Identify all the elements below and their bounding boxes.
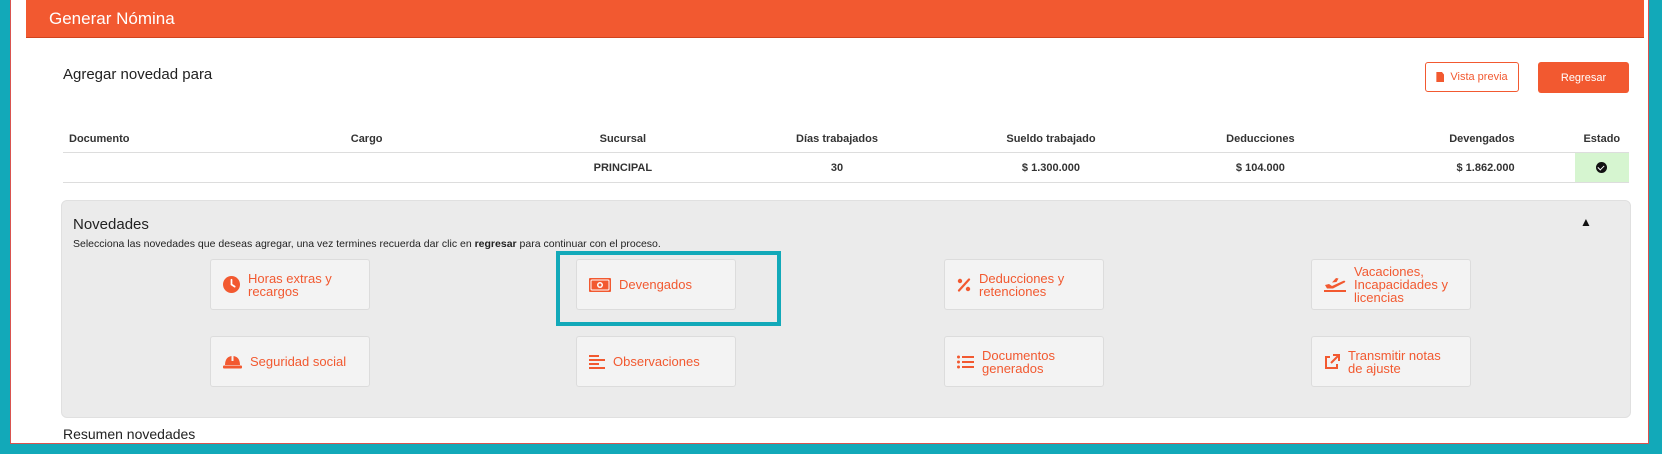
col-header-sucursal: Sucursal [510,126,735,153]
tile-label-line: Seguridad social [250,354,347,369]
collapse-up-icon[interactable]: ▲ [1580,215,1592,229]
tile-deducciones[interactable]: Deducciones y retenciones [944,259,1104,310]
tile-label-line: Observaciones [613,354,700,369]
align-left-icon [589,354,605,369]
table-header-row: Documento Cargo Sucursal Días trabajados… [63,126,1629,153]
main-content: Generar Nómina Agregar novedad para Vist… [26,0,1644,443]
pdf-file-icon [1436,72,1445,82]
cell-cargo [350,152,511,183]
tile-vacaciones[interactable]: Vacaciones, Incapacidades y licencias [1311,259,1471,310]
tile-label: Transmitir notas de ajuste [1348,349,1441,375]
novedades-description: Selecciona las novedades que deseas agre… [73,238,661,250]
col-header-documento: Documento [63,126,351,153]
col-header-estado: Estado [1574,126,1629,153]
tile-label: Observaciones [613,355,700,368]
desc-text-after: para continuar con el proceso. [516,238,661,250]
hard-hat-icon [223,354,242,368]
tile-label: Documentos generados [982,349,1055,375]
external-link-icon [1325,353,1340,369]
cell-estado [1574,152,1629,183]
back-button-label: Regresar [1560,71,1607,84]
tile-label: Vacaciones, Incapacidades y licencias [1354,265,1448,304]
tile-label-line: recargos [248,283,299,299]
tile-label-line: Documentos [982,347,1055,363]
col-header-sueldo: Sueldo trabajado [939,126,1163,153]
table-row: PRINCIPAL 30 $ 1.300.000 $ 104.000 $ 1.8… [63,152,1629,183]
tile-label: Seguridad social [250,355,346,368]
resumen-title: Resumen novedades [63,426,196,442]
top-bar-title: Generar Nómina [49,9,175,28]
tile-label-line: Transmitir notas [1348,347,1441,363]
employee-summary-table: Documento Cargo Sucursal Días trabajados… [63,126,1629,183]
desc-text-before: Selecciona las novedades que deseas agre… [73,238,475,250]
tile-observaciones[interactable]: Observaciones [576,336,736,387]
page-heading: Agregar novedad para [63,66,213,83]
tile-label-line: licencias [1354,290,1404,305]
plane-departure-icon [1324,278,1346,292]
col-header-devengados: Devengados [1358,126,1575,153]
cell-deducciones: $ 104.000 [1162,152,1359,183]
tile-label: Horas extras y recargos [248,272,332,298]
cell-documento [63,152,351,183]
tile-horas-extras[interactable]: Horas extras y recargos [210,259,370,310]
preview-button-label: Vista previa [1450,71,1508,83]
col-header-deducciones: Deducciones [1162,126,1359,153]
tile-label-line: generados [982,360,1044,376]
app-frame: Generar Nómina Agregar novedad para Vist… [10,0,1649,444]
selection-highlight [556,251,781,326]
top-bar: Generar Nómina [26,0,1644,38]
tile-transmitir-notas[interactable]: Transmitir notas de ajuste [1311,336,1471,387]
novedades-panel: Novedades Selecciona las novedades que d… [61,200,1631,418]
col-header-cargo: Cargo [350,126,511,153]
list-icon [957,355,974,368]
percent-icon [957,277,971,292]
cell-dias: 30 [734,152,940,183]
tile-label: Deducciones y retenciones [979,272,1064,298]
tile-label-line: de ajuste [1348,360,1401,376]
col-header-dias: Días trabajados [734,126,940,153]
tile-label-line: Horas extras y [248,270,332,286]
desc-text-bold: regresar [474,238,517,250]
cell-sueldo: $ 1.300.000 [939,152,1163,183]
tile-seguridad-social[interactable]: Seguridad social [210,336,370,387]
check-circle-icon [1596,162,1608,174]
back-button[interactable]: Regresar [1538,62,1629,93]
preview-button[interactable]: Vista previa [1425,62,1519,92]
tile-documentos-generados[interactable]: Documentos generados [944,336,1104,387]
cell-sucursal: PRINCIPAL [510,152,735,183]
tile-label-line: Deducciones y [979,270,1065,286]
cell-devengados: $ 1.862.000 [1358,152,1575,183]
clock-icon [223,276,240,293]
tile-label-line: retenciones [979,283,1047,299]
novedades-title: Novedades [73,216,149,233]
